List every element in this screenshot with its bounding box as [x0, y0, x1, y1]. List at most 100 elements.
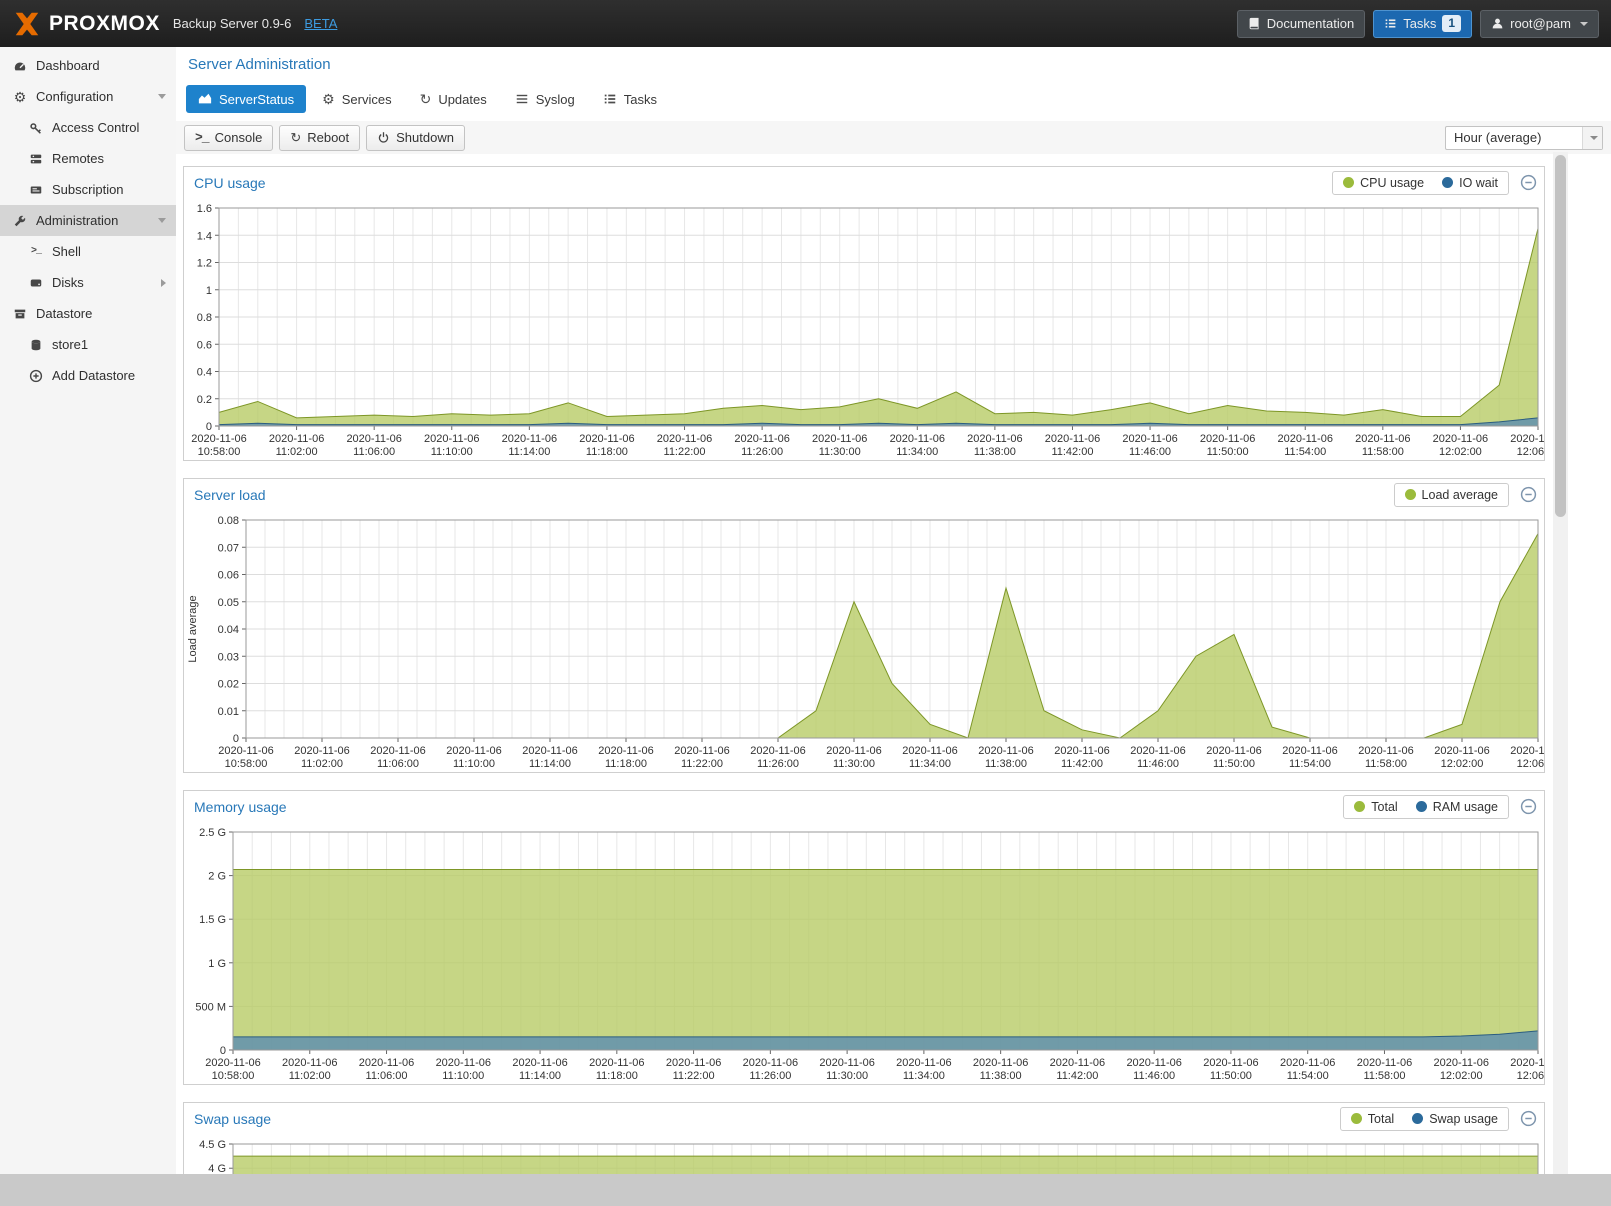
sidebar-item-disks[interactable]: Disks — [0, 267, 176, 298]
chart-legend: CPU usage IO wait — [1332, 171, 1509, 195]
svg-text:11:38:00: 11:38:00 — [974, 446, 1016, 458]
svg-text:1.4: 1.4 — [197, 230, 212, 242]
svg-text:11:02:00: 11:02:00 — [301, 758, 343, 770]
svg-text:10:58:00: 10:58:00 — [225, 758, 268, 770]
shutdown-button[interactable]: Shutdown — [366, 125, 465, 151]
tab-tasks[interactable]: Tasks — [591, 85, 669, 113]
legend-item: Swap usage — [1412, 1112, 1498, 1126]
terminal-icon: >_ — [195, 131, 209, 144]
sidebar-item-administration[interactable]: Administration — [0, 205, 176, 236]
collapse-button[interactable] — [1520, 798, 1537, 815]
svg-text:0.8: 0.8 — [197, 312, 212, 324]
svg-text:2020-11-06: 2020-11-06 — [1357, 1057, 1412, 1069]
svg-text:11:54:00: 11:54:00 — [1289, 758, 1331, 770]
svg-text:2 G: 2 G — [208, 871, 226, 883]
proxmox-logo-icon — [12, 9, 42, 39]
collapse-button[interactable] — [1520, 174, 1537, 191]
legend-item: RAM usage — [1416, 800, 1498, 814]
svg-text:0.02: 0.02 — [218, 679, 239, 691]
svg-text:2020-11-06: 2020-11-06 — [902, 745, 957, 757]
svg-text:12:02:00: 12:02:00 — [1439, 446, 1482, 458]
svg-text:11:38:00: 11:38:00 — [985, 758, 1027, 770]
sidebar-item-shell[interactable]: >_ Shell — [0, 236, 176, 267]
svg-text:2020-11-06: 2020-11-06 — [890, 433, 945, 445]
book-icon — [1248, 17, 1261, 30]
reboot-button[interactable]: ↻ Reboot — [279, 125, 360, 151]
console-button[interactable]: >_ Console — [184, 125, 273, 151]
svg-text:2020-11-06: 2020-11-06 — [346, 433, 401, 445]
svg-text:2020-11-06: 2020-11-06 — [1203, 1057, 1258, 1069]
panel-server-load: Server load Load average 00.010.020.030.… — [183, 478, 1545, 773]
svg-text:2020-11-06: 2020-11-06 — [436, 1057, 491, 1069]
list-lines-icon — [515, 92, 529, 106]
tab-serverstatus[interactable]: ServerStatus — [186, 85, 306, 113]
svg-text:0.08: 0.08 — [218, 515, 239, 527]
svg-text:0.01: 0.01 — [218, 706, 239, 718]
sidebar-item-datastore[interactable]: Datastore — [0, 298, 176, 329]
legend-dot — [1442, 177, 1453, 188]
collapse-button[interactable] — [1520, 1110, 1537, 1127]
tasks-icon — [1384, 17, 1397, 30]
svg-text:2020-11-06: 2020-11-06 — [750, 745, 805, 757]
legend-item: CPU usage — [1343, 176, 1424, 190]
svg-text:2020-11-06: 2020-11-06 — [819, 1057, 874, 1069]
svg-text:11:10:00: 11:10:00 — [442, 1070, 484, 1082]
sidebar-item-dashboard[interactable]: Dashboard — [0, 50, 176, 81]
refresh-icon: ↻ — [420, 92, 432, 106]
vertical-scrollbar[interactable] — [1553, 152, 1568, 1174]
sidebar-item-access-control[interactable]: Access Control — [0, 112, 176, 143]
svg-text:1: 1 — [206, 285, 212, 297]
svg-text:0: 0 — [206, 421, 212, 433]
memory-usage-chart: 0500 M1 G1.5 G2 G2.5 G2020-11-0610:58:00… — [184, 822, 1544, 1084]
collapse-button[interactable] — [1520, 486, 1537, 503]
svg-text:1.6: 1.6 — [197, 203, 212, 215]
sidebar-item-add-datastore[interactable]: Add Datastore — [0, 360, 176, 391]
svg-text:2020-11-06: 2020-11-06 — [579, 433, 634, 445]
svg-text:2020-11-06: 2020-11-06 — [1206, 745, 1261, 757]
user-icon — [1491, 17, 1504, 30]
svg-text:2020-11-06: 2020-11-06 — [1126, 1057, 1181, 1069]
svg-text:11:06:00: 11:06:00 — [366, 1070, 408, 1082]
expanded-caret-icon — [158, 94, 166, 99]
product-subtitle: Backup Server 0.9-6 — [173, 16, 292, 31]
sidebar-item-configuration[interactable]: ⚙ Configuration — [0, 81, 176, 112]
brand-name: PROXMOX — [49, 12, 160, 36]
tab-updates[interactable]: ↻ Updates — [408, 85, 499, 113]
documentation-button[interactable]: Documentation — [1237, 10, 1365, 38]
svg-text:11:26:00: 11:26:00 — [749, 1070, 791, 1082]
svg-text:11:06:00: 11:06:00 — [353, 446, 395, 458]
panel-header: Memory usage Total RAM usage — [184, 791, 1544, 822]
svg-text:11:18:00: 11:18:00 — [596, 1070, 638, 1082]
scrollbar-thumb[interactable] — [1555, 155, 1566, 517]
tab-syslog[interactable]: Syslog — [503, 85, 587, 113]
svg-text:11:22:00: 11:22:00 — [664, 446, 706, 458]
svg-text:2020-11-06: 2020-11-06 — [282, 1057, 337, 1069]
svg-text:11:22:00: 11:22:00 — [673, 1070, 715, 1082]
svg-text:1.5 G: 1.5 G — [199, 914, 226, 926]
svg-text:11:30:00: 11:30:00 — [833, 758, 875, 770]
svg-text:12:06:00: 12:06:00 — [1517, 758, 1544, 770]
expanded-caret-icon — [158, 218, 166, 223]
svg-text:2020-11-06: 2020-11-06 — [1358, 745, 1413, 757]
tab-services[interactable]: ⚙ Services — [310, 85, 403, 113]
svg-text:12:06:00: 12:06:00 — [1517, 1070, 1544, 1082]
sidebar-item-remotes[interactable]: Remotes — [0, 143, 176, 174]
combo-trigger[interactable] — [1582, 127, 1602, 149]
svg-text:2020-11-06: 2020-11-06 — [826, 745, 881, 757]
svg-text:11:30:00: 11:30:00 — [819, 446, 861, 458]
caret-down-icon — [1580, 22, 1588, 26]
svg-text:10:58:00: 10:58:00 — [198, 446, 241, 458]
sidebar-item-subscription[interactable]: Subscription — [0, 174, 176, 205]
time-range-select[interactable]: Hour (average) — [1445, 126, 1603, 150]
sidebar-item-store1[interactable]: store1 — [0, 329, 176, 360]
svg-text:2020-11-06: 2020-11-06 — [598, 745, 653, 757]
svg-text:11:50:00: 11:50:00 — [1210, 1070, 1252, 1082]
svg-text:11:30:00: 11:30:00 — [826, 1070, 868, 1082]
beta-link[interactable]: BETA — [304, 16, 337, 31]
svg-text:2020-11-06: 2020-11-06 — [1282, 745, 1337, 757]
tasks-badge: 1 — [1442, 15, 1461, 32]
swap-usage-chart: 0500 M1 G1.5 G2 G2.5 G3 G3.5 G4 G4.5 G20… — [184, 1134, 1544, 1174]
tasks-button[interactable]: Tasks 1 — [1373, 10, 1472, 38]
svg-text:2020-11-06: 2020-11-06 — [512, 1057, 567, 1069]
user-menu-button[interactable]: root@pam — [1480, 10, 1599, 38]
